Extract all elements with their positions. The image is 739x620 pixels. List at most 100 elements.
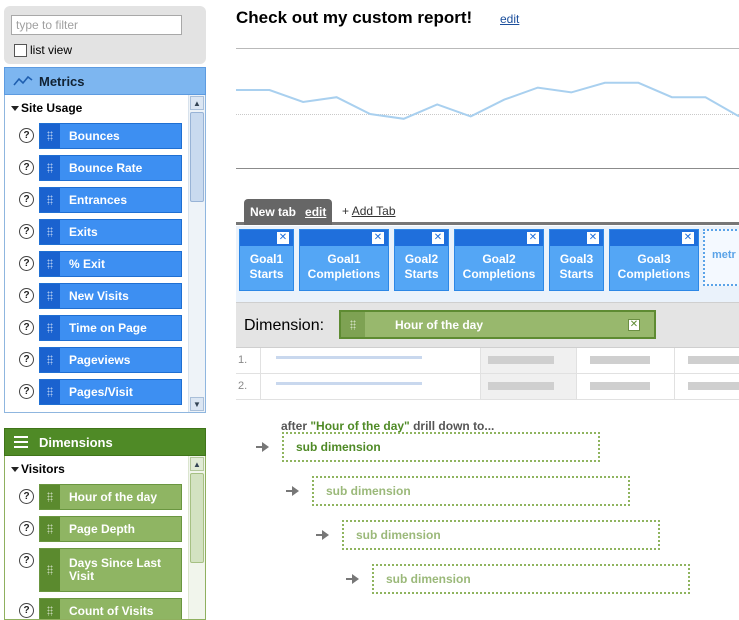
filter-input[interactable] — [11, 15, 182, 35]
metrics-item: ? Pages/Visit — [5, 379, 188, 405]
drag-grip-icon[interactable] — [40, 599, 60, 619]
help-icon[interactable]: ? — [19, 352, 34, 367]
drag-grip-icon[interactable] — [40, 348, 60, 372]
help-icon[interactable]: ? — [19, 489, 34, 504]
remove-metric-icon[interactable]: ✕ — [372, 232, 384, 244]
metrics-item: ? Exits — [5, 219, 188, 245]
sub-dimension-drop-target[interactable]: sub dimension — [342, 520, 660, 550]
metrics-scroll-thumb[interactable] — [190, 112, 204, 202]
tab-new-tab-label: New tab — [250, 205, 297, 219]
collapse-triangle-icon — [11, 466, 19, 472]
metrics-pill[interactable]: Time on Page — [39, 315, 182, 341]
dimension-chip-label: Hour of the day — [395, 317, 484, 332]
scroll-down-arrow-icon[interactable]: ▼ — [190, 397, 204, 411]
dimensions-scroll-thumb[interactable] — [190, 473, 204, 563]
drag-grip-icon[interactable] — [40, 188, 60, 212]
help-icon[interactable]: ? — [19, 128, 34, 143]
help-icon[interactable]: ? — [19, 603, 34, 618]
help-icon[interactable]: ? — [19, 553, 34, 568]
help-icon[interactable]: ? — [19, 256, 34, 271]
report-metric-label: Goal1 Completions — [308, 252, 381, 282]
report-metric-column[interactable]: ✕ Goal1 Starts — [239, 229, 294, 291]
metrics-pill[interactable]: % Exit — [39, 251, 182, 277]
help-icon[interactable]: ? — [19, 192, 34, 207]
group-site-usage-label: Site Usage — [21, 101, 83, 115]
dimensions-item: ? Hour of the day — [5, 484, 188, 510]
drag-grip-icon[interactable] — [40, 124, 60, 148]
sub-dimension-drop-target[interactable]: sub dimension — [312, 476, 630, 506]
metric-drop-target[interactable]: metr — [703, 229, 739, 286]
table-row[interactable]: 1. — [236, 348, 739, 374]
help-icon[interactable]: ? — [19, 288, 34, 303]
list-view-checkbox[interactable] — [14, 43, 27, 57]
metrics-scrollbar[interactable]: ▲ ▼ — [188, 95, 205, 412]
report-metric-column[interactable]: ✕ Goal2 Starts — [394, 229, 449, 291]
remove-metric-icon[interactable]: ✕ — [432, 232, 444, 244]
metrics-header[interactable]: Metrics — [4, 67, 206, 95]
scroll-up-arrow-icon[interactable]: ▲ — [190, 457, 204, 471]
metrics-pill[interactable]: Entrances — [39, 187, 182, 213]
dimensions-item: ? Days Since Last Visit — [5, 548, 188, 592]
help-icon[interactable]: ? — [19, 521, 34, 536]
drag-grip-icon[interactable] — [40, 517, 60, 541]
remove-metric-icon[interactable]: ✕ — [277, 232, 289, 244]
table-row[interactable]: 2. — [236, 374, 739, 400]
metrics-item: ? Entrances — [5, 187, 188, 213]
data-table: 1. 2. — [236, 348, 739, 412]
drag-grip-icon[interactable] — [40, 156, 60, 180]
help-icon[interactable]: ? — [19, 384, 34, 399]
list-view-toggle[interactable]: list view — [14, 43, 72, 57]
drag-grip-icon[interactable] — [40, 284, 60, 308]
group-visitors[interactable]: Visitors — [11, 462, 65, 476]
scroll-up-arrow-icon[interactable]: ▲ — [190, 96, 204, 110]
drag-grip-icon[interactable] — [40, 380, 60, 404]
tab-edit-link[interactable]: edit — [305, 205, 326, 219]
drag-grip-icon[interactable] — [40, 252, 60, 276]
dimensions-list-panel: Visitors ? Hour of the day? Page Depth? Day… — [4, 456, 206, 620]
placeholder-text-line — [276, 382, 422, 385]
tab-new-tab[interactable]: New tab edit — [244, 199, 333, 225]
help-icon[interactable]: ? — [19, 160, 34, 175]
help-icon[interactable]: ? — [19, 320, 34, 335]
metrics-item: ? % Exit — [5, 251, 188, 277]
remove-metric-icon[interactable]: ✕ — [527, 232, 539, 244]
metrics-pill[interactable]: Bounces — [39, 123, 182, 149]
dimension-chip[interactable]: Hour of the day ✕ — [339, 310, 656, 339]
sub-dimension-drop-target[interactable]: sub dimension — [282, 432, 600, 462]
drag-grip-icon[interactable] — [40, 220, 60, 244]
metrics-pill[interactable]: Exits — [39, 219, 182, 245]
remove-metric-icon[interactable]: ✕ — [682, 232, 694, 244]
drag-grip-icon[interactable] — [40, 485, 60, 509]
drilldown-prefix: after — [281, 419, 311, 433]
report-metric-column[interactable]: ✕ Goal1 Completions — [299, 229, 389, 291]
drag-grip-icon[interactable] — [341, 312, 365, 337]
report-metric-column[interactable]: ✕ Goal3 Starts — [549, 229, 604, 291]
dimensions-pill[interactable]: Count of Visits — [39, 598, 182, 619]
drag-grip-icon[interactable] — [40, 549, 60, 591]
help-icon[interactable]: ? — [19, 224, 34, 239]
report-metric-line2: Completions — [307, 267, 381, 281]
drag-grip-icon[interactable] — [40, 316, 60, 340]
metrics-item-label: Bounce Rate — [69, 160, 143, 175]
report-metric-column[interactable]: ✕ Goal2 Completions — [454, 229, 544, 291]
sub-dimension-drop-target[interactable]: sub dimension — [372, 564, 690, 594]
dimensions-pill[interactable]: Days Since Last Visit — [39, 548, 182, 592]
metrics-item-label: New Visits — [69, 288, 129, 303]
metrics-item: ? Bounce Rate — [5, 155, 188, 181]
cell-divider — [480, 348, 481, 373]
metrics-pill[interactable]: New Visits — [39, 283, 182, 309]
remove-dimension-icon[interactable]: ✕ — [628, 318, 640, 331]
dimensions-scrollbar[interactable]: ▲ — [188, 456, 205, 619]
group-site-usage[interactable]: Site Usage — [11, 101, 82, 115]
metrics-pill[interactable]: Pages/Visit — [39, 379, 182, 405]
dimensions-pill[interactable]: Page Depth — [39, 516, 182, 542]
remove-metric-icon[interactable]: ✕ — [587, 232, 599, 244]
edit-report-link[interactable]: edit — [500, 12, 519, 26]
metrics-pill[interactable]: Bounce Rate — [39, 155, 182, 181]
dimensions-header[interactable]: Dimensions — [4, 428, 206, 456]
group-visitors-label: Visitors — [21, 462, 65, 476]
metrics-pill[interactable]: Pageviews — [39, 347, 182, 373]
report-metric-column[interactable]: ✕ Goal3 Completions — [609, 229, 699, 291]
dimensions-pill[interactable]: Hour of the day — [39, 484, 182, 510]
add-tab-link[interactable]: + Add Tab — [342, 204, 396, 218]
